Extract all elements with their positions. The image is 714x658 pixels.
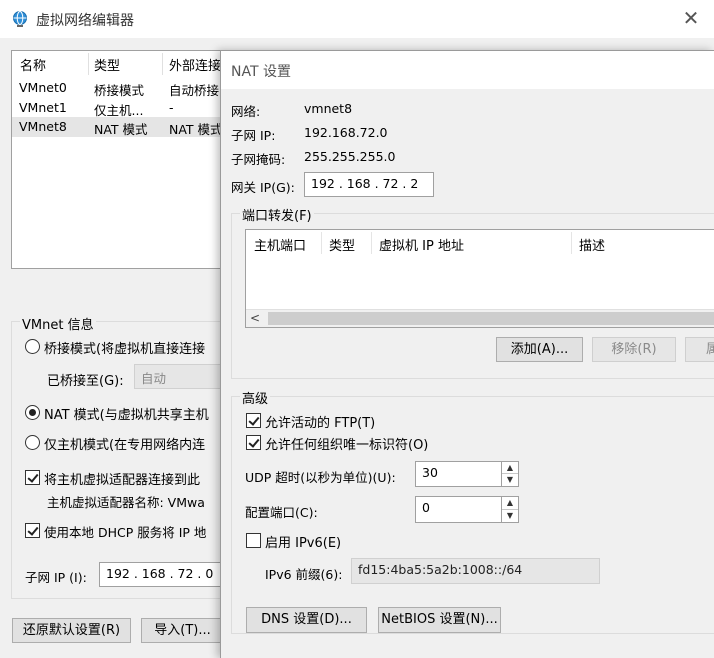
network-external: - [169,100,174,115]
spin-up-arrow-icon[interactable]: ▲ [502,497,518,510]
network-type: NAT 模式 [94,122,148,137]
nat-mode-label[interactable]: NAT 模式(与虚拟机共享主机 [44,404,209,423]
nat-dialog-title: NAT 设置 [231,64,291,80]
column-header-host-port[interactable]: 主机端口 [254,235,306,254]
subnet-mask-label: 子网掩码: [231,152,286,167]
subnet-ip-value: 192.168.72.0 [304,125,388,140]
connect-adapter-checkbox[interactable] [25,470,40,485]
port-forwarding-table[interactable]: 主机端口 类型 虚拟机 IP 地址 描述 < [245,229,714,328]
subnet-ip-label: 子网 IP: [231,128,276,143]
dhcp-label[interactable]: 使用本地 DHCP 服务将 IP 地 [44,522,206,541]
config-port-input[interactable]: 0 [415,496,502,523]
column-header-description[interactable]: 描述 [579,235,605,254]
horizontal-scrollbar[interactable]: < [246,309,714,327]
add-button[interactable]: 添加(A)... [496,337,583,362]
config-port-spinner[interactable]: ▲ ▼ [501,496,519,523]
network-name: VMnet8 [19,119,67,134]
remove-button[interactable]: 移除(R) [592,337,676,362]
restore-defaults-button[interactable]: 还原默认设置(R) [12,618,131,643]
bridged-mode-label[interactable]: 桥接模式(将虚拟机直接连接 [44,338,205,357]
vmnet-info-title: VMnet 信息 [20,314,96,333]
properties-button[interactable]: 属 [685,337,714,362]
netbios-settings-button[interactable]: NetBIOS 设置(N)... [378,607,501,633]
vmnet-info-group: VMnet 信息 桥接模式(将虚拟机直接连接 已桥接至(G): 自动 NAT 模… [11,314,234,599]
hostonly-mode-radio[interactable] [25,435,40,450]
network-name: VMnet1 [19,100,67,115]
spin-down-arrow-icon[interactable]: ▼ [502,510,518,523]
udp-timeout-label: UDP 超时(以秒为单位)(U): [245,470,396,485]
udp-timeout-input[interactable]: 30 [415,461,502,487]
title-bar: 虚拟网络编辑器 ✕ [0,0,714,38]
network-value: vmnet8 [304,101,353,116]
nat-mode-radio[interactable] [25,405,40,420]
udp-timeout-spinner[interactable]: ▲ ▼ [501,461,519,487]
column-header-name[interactable]: 名称 [20,55,46,74]
hostonly-mode-label[interactable]: 仅主机模式(在专用网络内连 [44,434,205,453]
bridged-to-label: 已桥接至(G): [47,374,124,389]
scroll-left-arrow-icon[interactable]: < [250,311,260,325]
network-type: 桥接模式 [94,83,145,98]
config-port-label: 配置端口(C): [245,505,318,520]
subnet-ip-input[interactable]: 192 . 168 . 72 . 0 [99,562,229,587]
import-button[interactable]: 导入(T)... [141,618,224,643]
network-label: 网络: [231,104,261,119]
scrollbar-thumb[interactable] [268,312,714,325]
nat-settings-dialog: NAT 设置 网络: vmnet8 子网 IP: 192.168.72.0 子网… [220,50,714,658]
gateway-ip-label: 网关 IP(G): [231,180,295,195]
allow-oui-checkbox[interactable] [246,435,261,450]
adapter-name-label: 主机虚拟适配器名称: VMwa [47,495,205,510]
dhcp-checkbox[interactable] [25,523,40,538]
advanced-title: 高级 [240,388,271,407]
nat-title-bar: NAT 设置 [221,51,714,89]
list-item[interactable]: VMnet8 NAT 模式 NAT 模式 [12,117,230,137]
network-name: VMnet0 [19,80,67,95]
connect-adapter-label[interactable]: 将主机虚拟适配器连接到此 [44,469,200,488]
spin-down-arrow-icon[interactable]: ▼ [502,474,518,486]
ipv6-prefix-label: IPv6 前缀(6): [265,567,343,582]
dns-settings-button[interactable]: DNS 设置(D)... [246,607,367,633]
window-title: 虚拟网络编辑器 [36,13,134,29]
column-header-vm-ip[interactable]: 虚拟机 IP 地址 [379,235,464,254]
column-header-type[interactable]: 类型 [329,235,355,254]
ipv6-prefix-input[interactable]: fd15:4ba5:5a2b:1008::/64 [351,558,600,584]
network-external: NAT 模式 [169,122,223,137]
network-list[interactable]: 名称 类型 外部连接 VMnet0 桥接模式 自动桥接 VMnet1 仅主机..… [11,50,231,269]
enable-ipv6-label[interactable]: 启用 IPv6(E) [265,532,341,551]
network-globe-icon [13,11,27,27]
network-external: 自动桥接 [169,83,220,98]
bridged-to-select[interactable]: 自动 [134,364,234,389]
list-item[interactable]: VMnet0 桥接模式 自动桥接 [12,78,230,98]
enable-ipv6-checkbox[interactable] [246,533,261,548]
gateway-ip-input[interactable]: 192 . 168 . 72 . 2 [304,172,434,197]
allow-ftp-label[interactable]: 允许活动的 FTP(T) [265,412,375,431]
column-header-external[interactable]: 外部连接 [169,55,221,74]
column-header-type[interactable]: 类型 [94,55,120,74]
spin-up-arrow-icon[interactable]: ▲ [502,462,518,474]
close-button[interactable]: ✕ [680,8,702,30]
allow-oui-label[interactable]: 允许任何组织唯一标识符(O) [265,434,428,453]
subnet-ip-label: 子网 IP (I): [25,570,87,585]
allow-ftp-checkbox[interactable] [246,413,261,428]
bridged-mode-radio[interactable] [25,339,40,354]
port-forwarding-title: 端口转发(F) [240,205,314,224]
subnet-mask-value: 255.255.255.0 [304,149,396,164]
list-item[interactable]: VMnet1 仅主机... - [12,98,230,118]
